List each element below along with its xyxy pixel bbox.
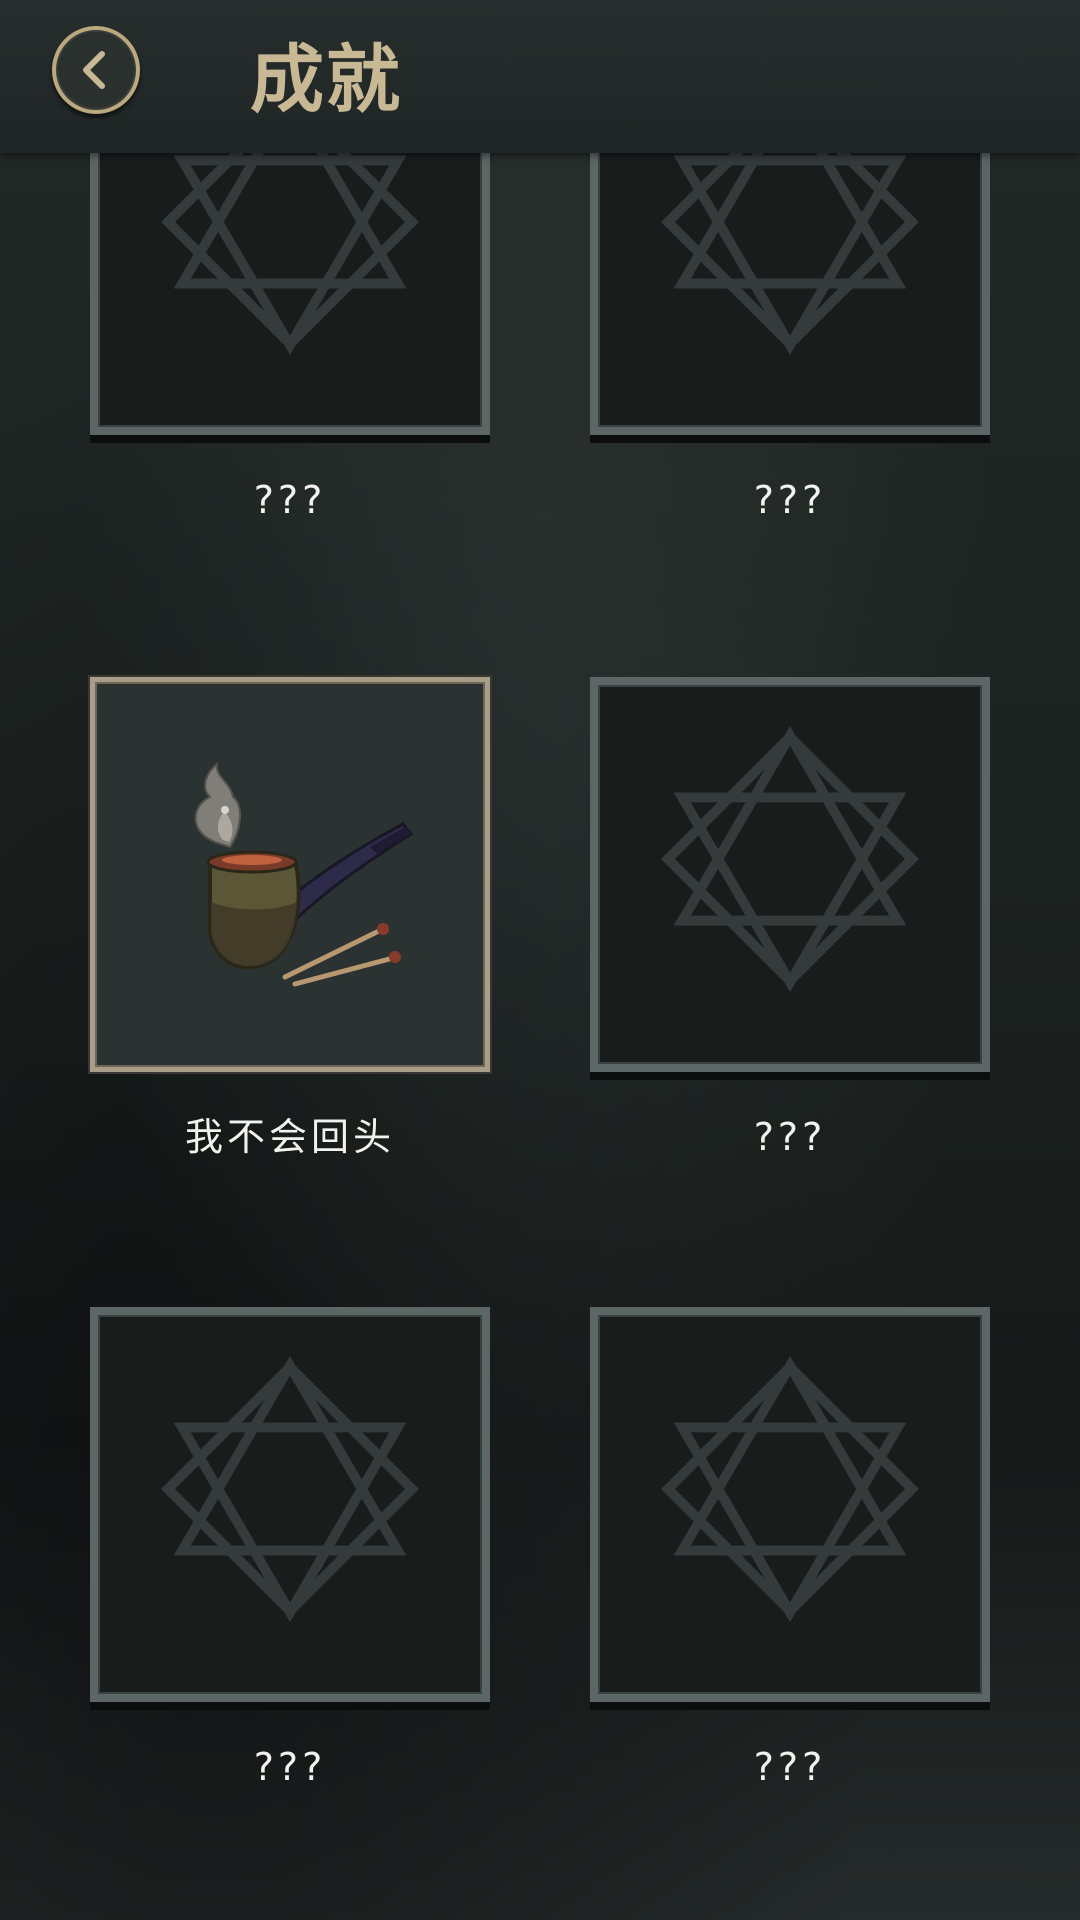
achievement-frame-locked bbox=[90, 1307, 490, 1702]
achievement-label: 我不会回头 bbox=[184, 1115, 395, 1159]
achievement-grid: ??? ??? 我不会回头 ??? ??? ??? bbox=[0, 0, 1080, 1920]
pipe-icon bbox=[194, 761, 414, 987]
star-placeholder-icon bbox=[661, 726, 919, 992]
achievement-label: ??? bbox=[753, 478, 827, 522]
star-placeholder-icon bbox=[161, 1356, 419, 1622]
achievement-card[interactable]: ??? bbox=[590, 677, 990, 1160]
back-button[interactable] bbox=[52, 26, 140, 114]
achievement-label: ??? bbox=[253, 478, 327, 522]
achievement-label: ??? bbox=[753, 1115, 827, 1159]
achievement-frame-locked bbox=[590, 677, 990, 1072]
achievement-label: ??? bbox=[753, 1745, 827, 1789]
achievement-card[interactable]: 我不会回头 bbox=[90, 677, 490, 1160]
achievement-frame-unlocked bbox=[90, 677, 490, 1072]
achievement-card[interactable]: ??? bbox=[90, 1307, 490, 1790]
star-placeholder-icon bbox=[661, 1356, 919, 1622]
page-title: 成就 bbox=[250, 37, 402, 123]
achievement-frame-locked bbox=[590, 1307, 990, 1702]
top-bar: 成就 bbox=[0, 0, 1080, 153]
chevron-left-icon bbox=[83, 51, 105, 89]
achievement-card[interactable]: ??? bbox=[590, 1307, 990, 1790]
achievement-label: ??? bbox=[253, 1745, 327, 1789]
